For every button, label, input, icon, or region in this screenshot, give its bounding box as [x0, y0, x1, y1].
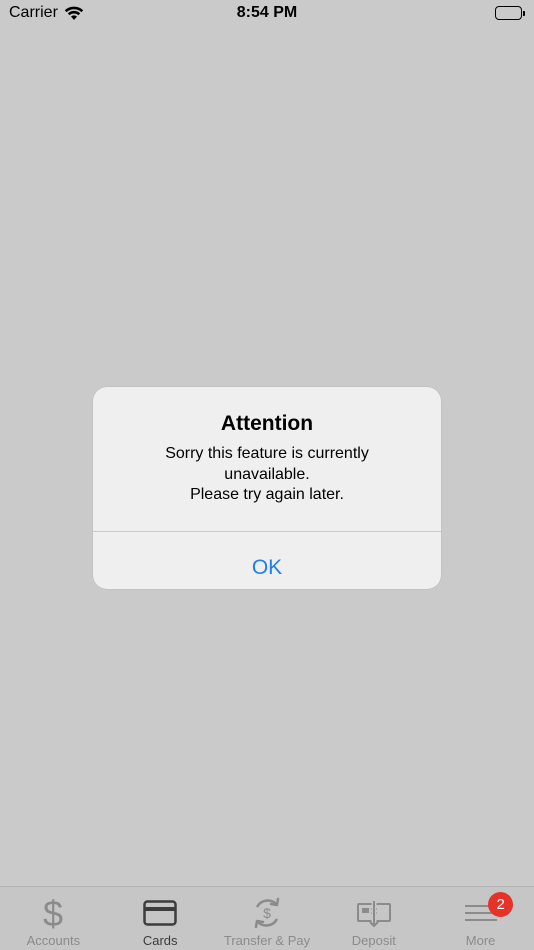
transfer-pay-icon: $ — [249, 895, 285, 931]
svg-text:$: $ — [263, 905, 271, 921]
tab-label: Cards — [142, 933, 178, 948]
tab-cards[interactable]: Cards — [107, 887, 214, 950]
alert-message-line: Sorry this feature is currently — [165, 445, 369, 462]
status-bar: Carrier 8:54 PM — [0, 0, 534, 30]
alert-message-line: Please try again later. — [190, 486, 344, 503]
tab-label: Accounts — [26, 933, 81, 948]
ok-button[interactable]: OK — [93, 532, 441, 589]
battery-icon — [495, 6, 525, 20]
notification-badge: 2 — [488, 892, 514, 917]
alert-dialog: Attention Sorry this feature is currentl… — [93, 387, 441, 589]
tab-transfer-pay[interactable]: $ Transfer & Pay — [214, 887, 321, 950]
tab-accounts[interactable]: $ Accounts — [0, 887, 107, 950]
credit-card-icon — [142, 895, 178, 931]
alert-title: Attention — [220, 412, 314, 435]
tab-label: More — [465, 933, 496, 948]
svg-text:$: $ — [43, 895, 63, 931]
tab-deposit[interactable]: Deposit — [320, 887, 427, 950]
tab-bar: $ Accounts Cards $ Transfer & Pay Deposi… — [0, 886, 534, 950]
dollar-icon: $ — [35, 895, 71, 931]
alert-message: Sorry this feature is currently unavaila… — [113, 444, 421, 506]
alert-message-line: unavailable. — [224, 465, 310, 483]
clock-time: 8:54 PM — [236, 4, 298, 21]
tab-label: Transfer & Pay — [223, 933, 311, 948]
tab-more[interactable]: 2 More — [427, 887, 534, 950]
deposit-check-icon — [356, 895, 392, 931]
tab-label: Deposit — [351, 933, 396, 948]
